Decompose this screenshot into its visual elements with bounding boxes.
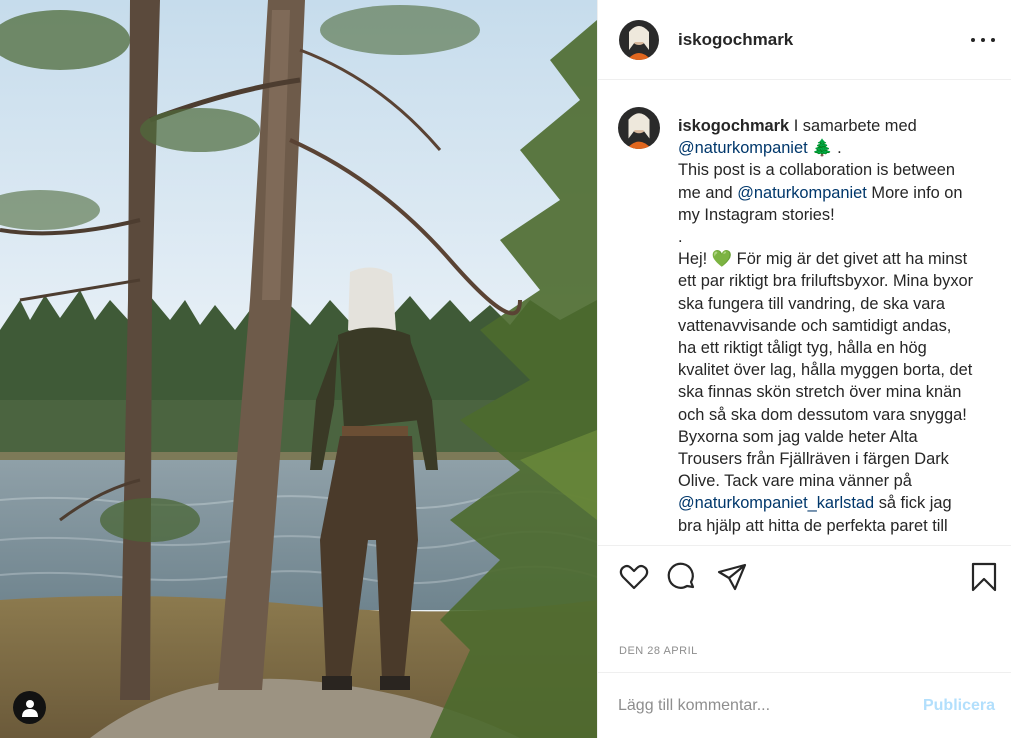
post-image[interactable] [0, 0, 597, 738]
caption-area[interactable]: iskogochmark I samarbete med @naturkompan… [598, 81, 1011, 546]
user-tag-icon[interactable] [13, 691, 46, 724]
caption-para-start: Hej! [678, 250, 712, 269]
heart-outline-icon[interactable] [618, 561, 650, 593]
caption-username[interactable]: iskogochmark [678, 117, 789, 135]
post-username[interactable]: iskogochmark [678, 30, 971, 50]
caption-avatar[interactable] [618, 107, 660, 149]
caption-para-body: För mig är det givet att ha minst ett pa… [678, 250, 974, 491]
ellipsis-icon[interactable] [971, 28, 995, 52]
caption-text: iskogochmark I samarbete med @naturkompan… [678, 115, 974, 537]
caption-intro: I samarbete med [789, 117, 917, 135]
comment-icon[interactable] [666, 561, 698, 593]
comment-bar: Lägg till kommentar... Publicera [598, 672, 1011, 738]
bookmark-icon[interactable] [968, 561, 1000, 593]
green-heart-emoji: 💚 [711, 250, 733, 269]
publish-button[interactable]: Publicera [923, 697, 995, 715]
comment-input[interactable]: Lägg till kommentar... [618, 697, 770, 715]
avatar[interactable] [619, 19, 659, 60]
post-panel: iskogochmark iskogochmark I samarbete me… [597, 0, 1011, 738]
paper-plane-icon[interactable] [716, 561, 748, 593]
tree-emoji: 🌲 [812, 139, 833, 158]
mention-link[interactable]: @naturkompaniet [737, 184, 867, 202]
post-header: iskogochmark [598, 0, 1011, 80]
action-bar [598, 547, 1011, 607]
mention-link[interactable]: @naturkompaniet_karlstad [678, 494, 874, 512]
caption-dot: . [678, 228, 683, 247]
post-date[interactable]: DEN 28 APRIL [619, 645, 698, 657]
caption-intro-end: . [832, 139, 842, 158]
mention-link[interactable]: @naturkompaniet [678, 139, 808, 157]
